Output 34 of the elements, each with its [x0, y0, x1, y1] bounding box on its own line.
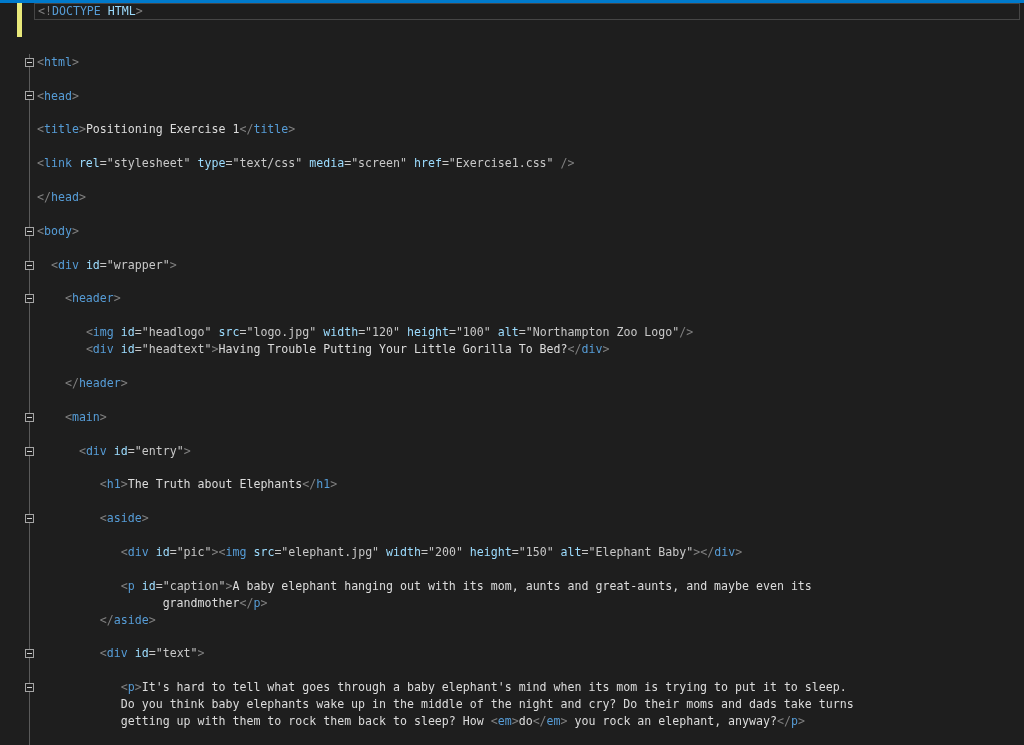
code-line: <h1>The Truth about Elephants</h1> — [99, 476, 338, 494]
collapse-icon[interactable] — [25, 294, 34, 304]
code-line: </header> — [64, 374, 128, 392]
code-line: <html> — [37, 53, 79, 71]
code-line: <div id="entry"> — [78, 442, 191, 460]
collapse-icon[interactable] — [25, 649, 34, 659]
code-line: <div id="headtext">Having Trouble Putting Your Little Gorilla To Bed?</div> — [85, 341, 610, 359]
code-line: <div id="pic"><img src="elephant.jpg" width="200" height="150" alt="Elephant Baby"></div> — [120, 544, 743, 561]
code-line: <link rel="stylesheet" type="text/css" media="screen" href="Exercise1.css" /> — [37, 155, 575, 173]
collapse-icon[interactable] — [25, 412, 34, 422]
code-line: <!DOCTYPE HTML> — [38, 4, 143, 19]
collapse-icon[interactable] — [25, 683, 34, 693]
code-line: <main> — [64, 408, 107, 426]
collapse-icon[interactable] — [25, 446, 34, 456]
code-line: grandmother</p> — [162, 594, 268, 612]
code-line: Do you think baby elephants wake up in the middle of the night and cry? Do their moms and dads take turns — [120, 696, 854, 714]
code-line: <head> — [37, 87, 79, 105]
code-line: <div id="text"> — [99, 645, 205, 663]
collapse-icon[interactable] — [25, 226, 34, 236]
collapse-icon[interactable] — [25, 57, 34, 67]
collapse-icon[interactable] — [25, 514, 34, 524]
code-line: <p>It's hard to tell what goes through a baby elephant's mind when its mom is trying to put it to sleep. — [120, 679, 847, 697]
code-line: </aside> — [99, 611, 156, 629]
collapse-icon[interactable] — [25, 91, 34, 101]
code-line: <img id="headlogo" src="logo.jpg" width="120" height="100" alt="Northampton Zoo Logo"/> — [85, 324, 694, 342]
code-line: <header> — [64, 290, 121, 308]
code-line: <div id="wrapper"> — [50, 256, 177, 274]
code-line: <body> — [37, 222, 79, 240]
code-line: getting up with them to rock them back to sleep? How <em>do</em> you rock an elephant, anyway?</p> — [120, 713, 805, 730]
collapse-icon[interactable] — [25, 260, 34, 270]
code-line: <title>Positioning Exercise 1</title> — [37, 121, 296, 139]
code-line: <p id="caption">A baby elephant hanging out with its mom, aunts and great-aunts, and maybe even its — [120, 577, 812, 595]
code-line: <aside> — [99, 510, 149, 528]
code-line: </head> — [37, 188, 86, 206]
